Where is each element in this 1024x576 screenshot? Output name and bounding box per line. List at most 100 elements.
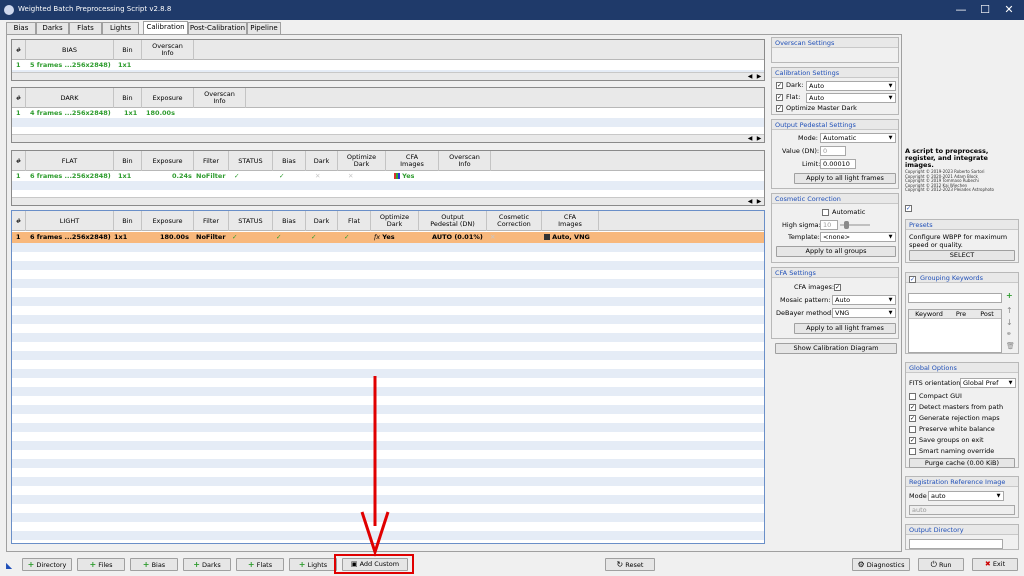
select-preset-button[interactable]: SELECT (909, 250, 1015, 261)
arrow-down-icon[interactable]: ↓ (1006, 318, 1013, 327)
add-files-button[interactable]: + Files (77, 558, 125, 571)
tab-bias[interactable]: Bias (6, 22, 36, 34)
column-header[interactable]: Optimize Dark (338, 151, 386, 171)
column-header[interactable]: Output Pedestal (DN) (419, 211, 487, 231)
column-header[interactable]: Overscan Info (194, 88, 246, 108)
scroll-right-icon[interactable]: ▶ (755, 135, 763, 142)
tab-lights[interactable]: Lights (102, 22, 139, 34)
limit-field[interactable]: 0.00010 (820, 159, 856, 169)
column-header[interactable]: Filter (194, 151, 229, 171)
column-header[interactable]: Dark (306, 151, 338, 171)
column-header[interactable]: Overscan Info (142, 40, 194, 60)
column-header[interactable]: Bin (114, 88, 142, 108)
cfa-images-checkbox[interactable]: ✓ (834, 284, 841, 291)
add-directory-button[interactable]: + Directory (22, 558, 72, 571)
grouping-checkbox[interactable]: ✓ (909, 276, 916, 283)
flat-checkbox[interactable]: ✓ (776, 94, 783, 101)
option-checkbox[interactable]: ✓ (909, 437, 916, 444)
tab-pipeline[interactable]: Pipeline (247, 22, 281, 34)
automatic-checkbox[interactable] (822, 209, 829, 216)
column-header[interactable]: CFA Images (542, 211, 599, 231)
scroll-left-icon[interactable]: ◀ (746, 73, 754, 80)
debayer-method-select[interactable]: VNG ▼ (832, 308, 896, 318)
column-header[interactable]: # (12, 151, 26, 171)
column-header[interactable]: # (12, 40, 26, 60)
column-header[interactable]: Keyword (909, 310, 949, 319)
regref-mode-select[interactable]: auto ▼ (928, 491, 1004, 501)
column-header[interactable]: Cosmetic Correction (487, 211, 542, 231)
table-row[interactable]: 1 4 frames ...256x2848) 1x1 180.00s (12, 109, 764, 118)
column-header[interactable]: Exposure (142, 88, 194, 108)
column-header[interactable]: Bin (114, 211, 142, 231)
tab-post-calibration[interactable]: Post-Calibration (188, 22, 247, 34)
option-checkbox[interactable] (909, 448, 916, 455)
horizontal-scrollbar[interactable]: ◀ ▶ (12, 197, 764, 205)
collapse-toggle[interactable]: ✓ (905, 205, 912, 212)
column-header[interactable]: Bin (114, 151, 142, 171)
flat-select[interactable]: Auto ▼ (806, 93, 896, 103)
apply-light-frames-button[interactable]: Apply to all light frames (794, 173, 896, 184)
scroll-left-icon[interactable]: ◀ (746, 198, 754, 205)
dark-checkbox[interactable]: ✓ (776, 82, 783, 89)
column-header[interactable]: Overscan Info (439, 151, 491, 171)
column-header[interactable]: LIGHT (26, 211, 114, 231)
purge-cache-button[interactable]: Purge cache (0.00 KiB) (909, 458, 1015, 468)
resize-corner-icon[interactable]: ◣ (6, 561, 12, 570)
diagnostics-button[interactable]: ⚙ Diagnostics (852, 558, 910, 571)
high-sigma-field[interactable]: 10 (820, 220, 838, 230)
pedestal-mode-select[interactable]: Automatic ▼ (820, 133, 896, 143)
column-header[interactable]: Pre (949, 310, 973, 319)
column-header[interactable]: Post (973, 310, 1001, 319)
add-darks-button[interactable]: + Darks (183, 558, 231, 571)
mosaic-pattern-select[interactable]: Auto ▼ (832, 295, 896, 305)
add-lights-button[interactable]: + Lights (289, 558, 337, 571)
column-header[interactable]: Dark (306, 211, 338, 231)
optimize-master-dark-checkbox[interactable]: ✓ (776, 105, 783, 112)
column-header[interactable]: STATUS (229, 211, 273, 231)
tab-calibration[interactable]: Calibration (143, 21, 188, 34)
scroll-right-icon[interactable]: ▶ (755, 198, 763, 205)
table-row-selected[interactable]: 1 6 frames ...256x2848) 1x1 180.00s NoFi… (12, 232, 764, 243)
column-header[interactable]: Bias (273, 151, 306, 171)
tab-darks[interactable]: Darks (36, 22, 69, 34)
column-header[interactable]: Flat (338, 211, 371, 231)
column-header[interactable]: FLAT (26, 151, 114, 171)
column-header[interactable]: BIAS (26, 40, 114, 60)
option-checkbox[interactable] (909, 393, 916, 400)
option-checkbox[interactable] (909, 426, 916, 433)
apply-groups-button[interactable]: Apply to all groups (776, 246, 896, 257)
table-row[interactable]: 1 5 frames ...256x2848) 1x1 (12, 61, 764, 70)
slider-handle[interactable] (844, 221, 849, 229)
pedestal-value-spinbox[interactable]: 0 (820, 146, 846, 156)
column-header[interactable]: # (12, 211, 26, 231)
add-keyword-icon[interactable]: + (1006, 291, 1013, 300)
horizontal-scrollbar[interactable]: ◀ ▶ (12, 134, 764, 142)
option-checkbox[interactable]: ✓ (909, 404, 916, 411)
output-directory-input[interactable] (909, 539, 1003, 549)
add-flats-button[interactable]: + Flats (236, 558, 284, 571)
column-header[interactable]: Exposure (142, 211, 194, 231)
column-header[interactable]: # (12, 88, 26, 108)
column-header[interactable]: Exposure (142, 151, 194, 171)
maximize-button[interactable]: ☐ (974, 2, 996, 18)
run-button[interactable]: ⏻ Run (918, 558, 964, 571)
minimize-button[interactable]: — (950, 2, 972, 18)
template-select[interactable]: <none> ▼ (820, 232, 896, 242)
fits-orientation-select[interactable]: Global Pref ▼ (960, 378, 1016, 388)
column-header[interactable]: STATUS (229, 151, 273, 171)
column-header[interactable]: Bin (114, 40, 142, 60)
arrow-up-icon[interactable]: ↑ (1006, 306, 1013, 315)
scroll-right-icon[interactable]: ▶ (755, 73, 763, 80)
horizontal-scrollbar[interactable]: ◀ ▶ (12, 72, 764, 80)
exit-button[interactable]: ✖ Exit (972, 558, 1018, 571)
column-header[interactable]: Bias (273, 211, 306, 231)
column-header[interactable]: CFA Images (386, 151, 439, 171)
option-checkbox[interactable]: ✓ (909, 415, 916, 422)
column-header[interactable]: Filter (194, 211, 229, 231)
column-header[interactable]: Optimize Dark (371, 211, 419, 231)
reset-button[interactable]: ↻ Reset (605, 558, 655, 571)
scroll-left-icon[interactable]: ◀ (746, 135, 754, 142)
trash-icon[interactable]: 🗑 (1006, 342, 1015, 350)
table-row[interactable]: 1 6 frames ...256x2848) 1x1 0.24s NoFilt… (12, 172, 764, 181)
show-calibration-diagram-button[interactable]: Show Calibration Diagram (775, 343, 897, 354)
